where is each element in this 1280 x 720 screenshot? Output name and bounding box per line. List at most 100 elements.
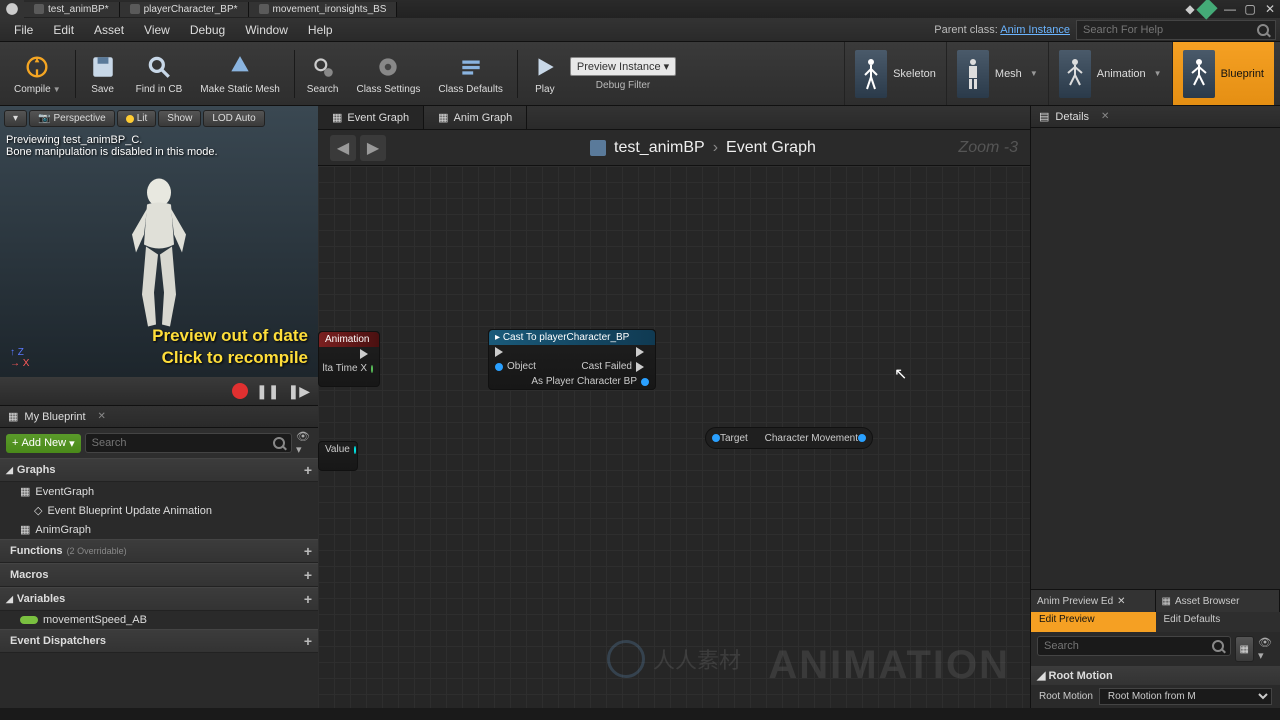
section-macros[interactable]: Macros+ — [0, 563, 318, 587]
help-search[interactable] — [1076, 20, 1276, 40]
nav-forward-button[interactable]: ▶ — [360, 135, 386, 161]
find-in-cb-button[interactable]: Find in CB — [128, 48, 191, 99]
asset-tab-animbp[interactable]: test_animBP* — [24, 2, 120, 17]
component-pin-out[interactable] — [858, 434, 866, 442]
tree-item-variable[interactable]: movementSpeed_AB — [0, 611, 318, 629]
float-pin-out[interactable] — [371, 365, 373, 373]
help-search-input[interactable] — [1083, 24, 1257, 36]
make-static-mesh-button[interactable]: Make Static Mesh — [192, 48, 287, 99]
exec-pin-out[interactable] — [636, 347, 649, 357]
add-function-button[interactable]: + — [304, 543, 312, 559]
node-character-movement[interactable]: Target Character Movement — [705, 427, 873, 449]
exec-pin-failed[interactable] — [636, 362, 649, 372]
details-search-input[interactable] — [1044, 640, 1212, 652]
asset-tab-playercharacter[interactable]: playerCharacter_BP* — [120, 2, 249, 17]
search-input[interactable] — [92, 437, 273, 449]
node-event-animation[interactable]: Animation lta Time X — [318, 331, 380, 387]
asset-tab-blendspace[interactable]: movement_ironsights_BS — [249, 2, 398, 17]
visibility-filter-button[interactable]: 👁 ▾ — [296, 430, 312, 456]
add-graph-button[interactable]: + — [304, 462, 312, 478]
compile-button[interactable]: Compile▼ — [6, 48, 69, 99]
menu-file[interactable]: File — [4, 20, 43, 40]
my-blueprint-search[interactable] — [85, 433, 292, 453]
close-icon[interactable]: ✕ — [98, 411, 106, 422]
my-blueprint-tab[interactable]: ▦ My Blueprint ✕ — [0, 406, 318, 428]
add-dispatcher-button[interactable]: + — [304, 633, 312, 649]
menu-view[interactable]: View — [134, 20, 180, 40]
minimize-button[interactable]: — — [1220, 1, 1240, 17]
mode-animation[interactable]: Animation▼ — [1048, 42, 1172, 105]
menu-debug[interactable]: Debug — [180, 20, 235, 40]
close-button[interactable]: ✕ — [1260, 1, 1280, 17]
node-value[interactable]: Value — [318, 441, 358, 471]
value-pin-out[interactable] — [354, 446, 356, 454]
object-pin-out[interactable] — [641, 378, 649, 386]
maximize-button[interactable]: ▢ — [1240, 1, 1260, 17]
unreal-logo-icon[interactable] — [0, 0, 24, 18]
mode-skeleton[interactable]: Skeleton — [844, 42, 946, 105]
mode-mesh[interactable]: Mesh▼ — [946, 42, 1048, 105]
class-settings-button[interactable]: Class Settings — [348, 48, 428, 99]
section-dispatchers[interactable]: Event Dispatchers+ — [0, 629, 318, 653]
search-icon — [1257, 24, 1269, 36]
play-button[interactable]: Play — [522, 48, 568, 99]
view-options-button[interactable]: ▦ — [1235, 636, 1254, 662]
pause-button[interactable]: ❚❚ — [256, 383, 279, 400]
mode-blueprint[interactable]: Blueprint — [1172, 42, 1274, 105]
save-button[interactable]: Save — [80, 48, 126, 99]
tab-event-graph[interactable]: ▦Event Graph — [318, 106, 424, 129]
source-control-icon[interactable] — [1200, 1, 1220, 17]
viewport-show-button[interactable]: Show — [158, 110, 201, 127]
tree-item-eventgraph[interactable]: ▦EventGraph — [0, 482, 318, 501]
menu-window[interactable]: Window — [235, 20, 298, 40]
subtab-edit-defaults[interactable]: Edit Defaults — [1156, 612, 1280, 632]
viewport-lod-button[interactable]: LOD Auto — [203, 110, 264, 127]
target-pin-in[interactable] — [712, 434, 720, 442]
tab-anim-graph[interactable]: ▦Anim Graph — [424, 106, 527, 129]
viewport-perspective-button[interactable]: 📷 Perspective — [29, 110, 115, 127]
section-variables[interactable]: ◢Variables+ — [0, 587, 318, 611]
node-cast-to-player[interactable]: ▸ Cast To playerCharacter_BP ObjectCast … — [488, 329, 656, 390]
tree-item-event-update[interactable]: ◇Event Blueprint Update Animation — [0, 501, 318, 520]
category-root-motion[interactable]: ◢ Root Motion — [1031, 666, 1280, 685]
menu-help[interactable]: Help — [298, 20, 343, 40]
object-pin-in[interactable] — [495, 363, 503, 371]
subtab-edit-preview[interactable]: Edit Preview — [1031, 612, 1156, 632]
details-search[interactable] — [1037, 636, 1231, 656]
viewport-options-button[interactable]: ▾ — [4, 110, 27, 127]
details-tab[interactable]: ▤Details✕ — [1031, 106, 1280, 128]
parent-class-link[interactable]: Anim Instance — [1000, 24, 1070, 36]
root-motion-select[interactable]: Root Motion from M — [1099, 688, 1272, 705]
graph-canvas[interactable]: Animation lta Time X ▸ Cast To playerCha… — [318, 166, 1030, 708]
class-defaults-button[interactable]: Class Defaults — [430, 48, 510, 99]
right-column: ▤Details✕ Anim Preview Ed✕ ▦Asset Browse… — [1030, 106, 1280, 708]
record-button[interactable] — [232, 383, 248, 399]
section-graphs[interactable]: ◢Graphs+ — [0, 458, 318, 482]
close-icon[interactable]: ✕ — [1101, 111, 1109, 122]
tree-item-animgraph[interactable]: ▦AnimGraph — [0, 520, 318, 539]
nav-back-button[interactable]: ◀ — [330, 135, 356, 161]
tab-asset-browser[interactable]: ▦Asset Browser — [1156, 590, 1280, 612]
section-functions[interactable]: Functions(2 Overridable)+ — [0, 539, 318, 563]
add-new-button[interactable]: + Add New ▾ — [6, 434, 81, 453]
tab-anim-preview-editor[interactable]: Anim Preview Ed✕ — [1031, 590, 1156, 612]
compile-icon — [22, 52, 52, 82]
add-variable-button[interactable]: + — [304, 591, 312, 607]
breadcrumb-asset[interactable]: test_animBP — [614, 139, 705, 157]
event-icon: ◇ — [34, 504, 42, 517]
preview-warning[interactable]: Preview out of date Click to recompile — [152, 325, 308, 369]
viewport-lit-button[interactable]: Lit — [117, 110, 157, 127]
step-button[interactable]: ❚▶ — [288, 383, 311, 400]
preview-viewport[interactable]: ▾ 📷 Perspective Lit Show LOD Auto Previe… — [0, 106, 318, 406]
tab-label: test_animBP* — [48, 4, 109, 15]
visibility-button[interactable]: 👁▾ — [1258, 636, 1274, 662]
tab-label: playerCharacter_BP* — [144, 4, 238, 15]
debug-filter-select[interactable]: Preview Instance ▾ — [570, 57, 676, 76]
menu-edit[interactable]: Edit — [43, 20, 84, 40]
search-button[interactable]: Search — [299, 48, 347, 99]
menu-asset[interactable]: Asset — [84, 20, 134, 40]
exec-pin-in[interactable] — [495, 347, 508, 357]
add-macro-button[interactable]: + — [304, 567, 312, 583]
details-body — [1031, 128, 1280, 589]
exec-pin-out[interactable] — [360, 349, 373, 359]
